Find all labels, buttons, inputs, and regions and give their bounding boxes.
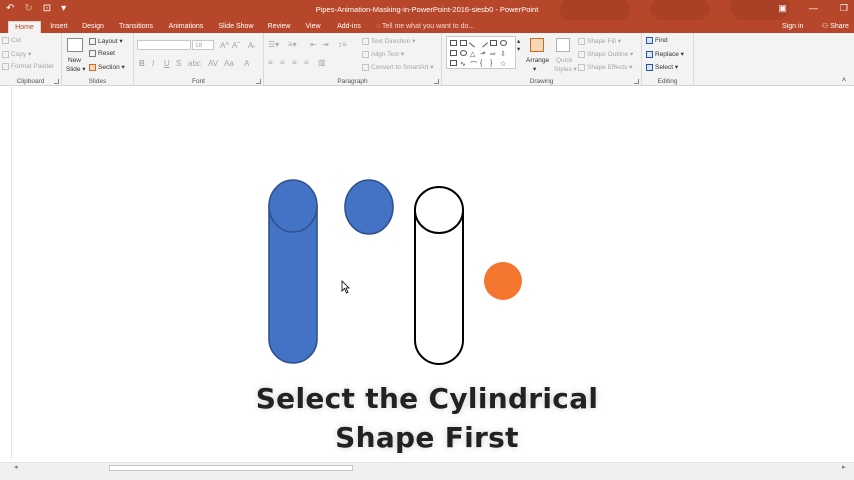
horizontal-scrollbar[interactable]: ◂ ▸ (0, 462, 854, 472)
blue-cylinder-shape[interactable] (268, 179, 318, 364)
slide-caption-line-1: Select the Cylindrical (255, 382, 599, 415)
outline-cylinder-shape[interactable] (414, 186, 464, 365)
scrollbar-thumb[interactable] (109, 465, 353, 471)
slide-caption-line-2: Shape First (335, 421, 519, 454)
mouse-pointer-icon (341, 280, 350, 294)
orange-circle-shape[interactable] (484, 262, 522, 300)
status-bar (0, 472, 854, 480)
blue-circle-shape[interactable] (344, 179, 394, 235)
